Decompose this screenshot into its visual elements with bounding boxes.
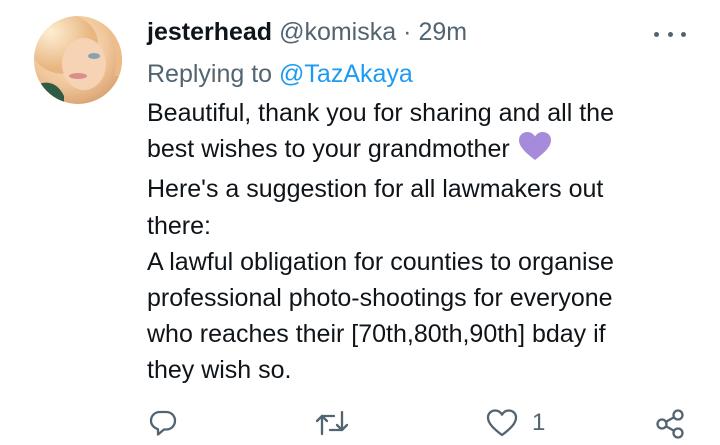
action-bar: 1 [0,400,720,445]
separator: · [403,18,412,46]
like-count: 1 [532,409,546,436]
more-options-icon[interactable] [654,28,686,40]
tweet-text-line: A lawful obligation for counties to orga… [147,247,614,276]
like-icon [486,409,518,437]
avatar[interactable] [34,16,122,104]
tweet-text: Beautiful, thank you for sharing and all… [147,95,707,389]
replying-to: Replying to @TazAkaya [147,56,413,92]
user-handle[interactable]: @komiska [279,14,396,50]
share-icon [656,409,684,439]
tweet-text-line: Here's a suggestion for all lawmakers ou… [147,175,604,204]
tweet-text-line: who reaches their [70th,80th,90th] bday … [147,320,606,349]
retweet-button[interactable] [314,408,350,438]
tweet[interactable]: jesterhead @komiska · 29m Replying to @T… [0,0,720,445]
tweet-text-line: there: [147,211,211,240]
reply-icon [149,410,177,436]
purple-heart-icon [518,131,552,171]
tweet-text-line: professional photo-shootings for everyon… [147,284,613,313]
tweet-text-line-with-emoji: best wishes to your grandmother [147,131,707,171]
replying-prefix: Replying to [147,60,273,88]
timestamp[interactable]: 29m [418,14,467,50]
like-button[interactable]: 1 [486,408,545,438]
retweet-icon [315,410,349,436]
share-button[interactable] [654,408,686,440]
tweet-text-line: best wishes to your grandmother [147,135,510,164]
reply-mention-link[interactable]: @TazAkaya [279,60,413,88]
tweet-header: jesterhead @komiska · 29m [147,14,467,50]
reply-button[interactable] [148,408,178,438]
avatar-image [34,16,122,104]
tweet-text-line: Beautiful, thank you for sharing and all… [147,99,614,127]
display-name[interactable]: jesterhead [147,14,272,50]
tweet-text-line: they wish so. [147,356,292,385]
